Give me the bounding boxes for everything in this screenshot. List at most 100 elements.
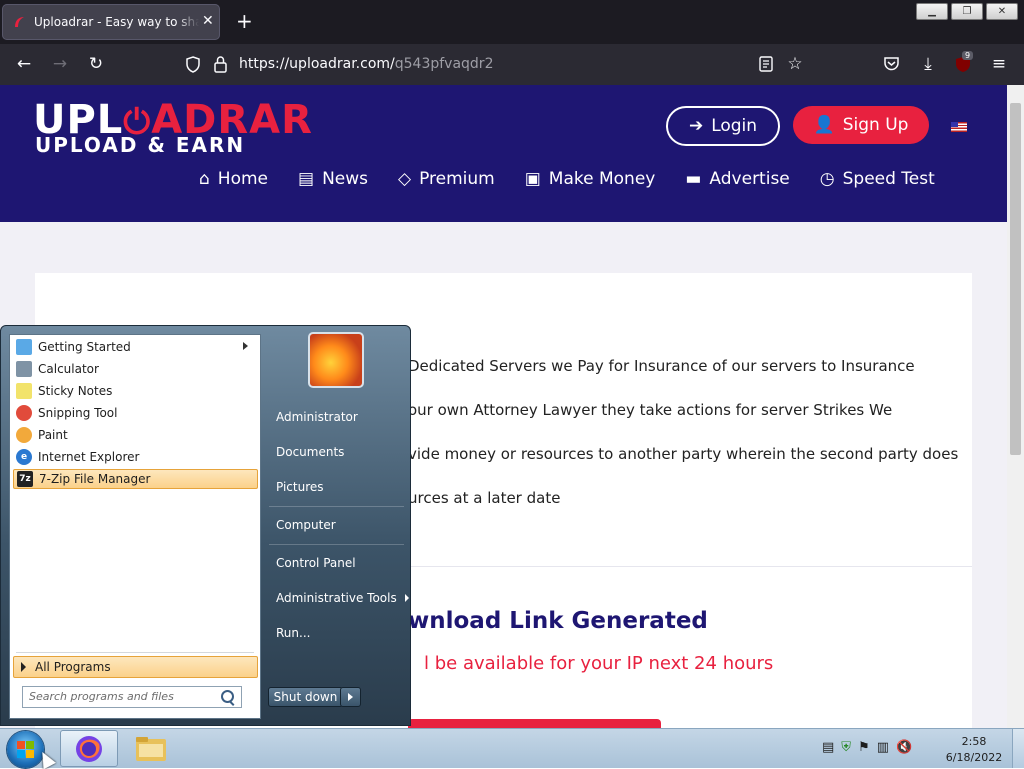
close-window-icon[interactable]: ✕	[986, 3, 1018, 20]
site-tagline: UPLOAD & EARN	[35, 133, 246, 157]
clock-time: 2:58	[961, 735, 987, 748]
paragraph-line: our own Attorney Lawyer they take action…	[408, 401, 893, 419]
volume-muted-icon[interactable]: 🔇	[896, 740, 912, 755]
start-item-control-panel[interactable]: Control Panel	[276, 556, 356, 570]
paint-icon	[16, 427, 32, 443]
program-label: Calculator	[38, 362, 99, 376]
taskbar: ▤ ⛨ ⚑ ▥ 🔇 2:58 6/18/2022	[0, 728, 1024, 768]
start-item-documents[interactable]: Documents	[276, 445, 344, 459]
card-icon: ▬	[685, 169, 702, 189]
url-host: https://uploadrar.com/	[239, 56, 395, 72]
search-placeholder: Search programs and files	[29, 690, 174, 703]
submenu-arrow-icon	[404, 594, 409, 602]
nav-make-money[interactable]: ▣ Make Money	[525, 169, 656, 189]
back-icon[interactable]: ←	[15, 55, 33, 73]
url-path: q543pfvaqdr2	[394, 56, 494, 72]
scrollbar-thumb[interactable]	[1010, 103, 1021, 455]
uploadrar-favicon-icon	[15, 17, 24, 27]
program-internet-explorer[interactable]: e Internet Explorer	[13, 447, 258, 467]
search-icon[interactable]	[221, 690, 234, 703]
page-scrollbar[interactable]	[1007, 85, 1024, 728]
show-desktop-button[interactable]	[1012, 729, 1024, 768]
program-7zip[interactable]: 7z 7-Zip File Manager	[13, 469, 258, 489]
file-explorer-folder-icon	[136, 737, 166, 761]
pocket-icon[interactable]	[883, 56, 900, 72]
restore-icon[interactable]: ❐	[951, 3, 983, 20]
menu-hamburger-icon[interactable]: ≡	[990, 55, 1008, 73]
start-menu-right-divider	[269, 506, 404, 507]
reload-icon[interactable]: ↻	[87, 55, 105, 73]
start-item-administrator[interactable]: Administrator	[276, 410, 358, 424]
security-shield-icon[interactable]: ⛨	[841, 740, 851, 755]
program-getting-started[interactable]: Getting Started	[13, 337, 258, 357]
minimize-icon[interactable]: ▁	[916, 3, 948, 20]
nav-label: Make Money	[548, 169, 656, 189]
reader-view-icon[interactable]	[759, 56, 773, 72]
shutdown-options-arrow-icon[interactable]	[340, 687, 361, 707]
nav-speed-test[interactable]: ◷ Speed Test	[820, 169, 935, 189]
program-label: Internet Explorer	[38, 450, 140, 464]
taskbar-clock[interactable]: 2:58 6/18/2022	[944, 734, 1004, 766]
user-avatar[interactable]	[308, 332, 364, 388]
us-flag-icon[interactable]	[951, 122, 967, 132]
main-nav: ⌂ Home ▤ News ◇ Premium ▣ Make Money ▬ Advert…	[199, 169, 935, 189]
taskbar-explorer-button[interactable]	[121, 730, 179, 767]
paragraph-line: Dedicated Servers we Pay for Insurance o…	[408, 357, 915, 375]
download-title: wnload Link Generated	[408, 608, 708, 634]
nav-advertise[interactable]: ▬ Advertise	[685, 169, 789, 189]
start-item-pictures[interactable]: Pictures	[276, 480, 324, 494]
paragraph-line: vide money or resources to another party…	[408, 445, 959, 463]
start-item-computer[interactable]: Computer	[276, 518, 336, 532]
add-user-icon: 👤	[813, 115, 835, 135]
program-label: 7-Zip File Manager	[39, 472, 151, 486]
site-header: UPL⏻ADRAR UPLOAD & EARN ➔ Login 👤 Sign U…	[0, 85, 1007, 222]
program-label: Getting Started	[38, 340, 131, 354]
flag-icon[interactable]: ⚑	[858, 740, 870, 755]
extension-badge: 9	[962, 51, 974, 60]
shutdown-button[interactable]: Shut down	[268, 687, 343, 707]
internet-explorer-icon: e	[16, 449, 32, 465]
tracking-shield-icon[interactable]	[185, 56, 201, 73]
all-programs-button[interactable]: All Programs	[13, 656, 258, 678]
program-snipping-tool[interactable]: Snipping Tool	[13, 403, 258, 423]
start-item-run[interactable]: Run...	[276, 626, 310, 640]
nav-premium[interactable]: ◇ Premium	[398, 169, 495, 189]
start-button-orb-icon[interactable]	[7, 731, 44, 768]
browser-tab-bar: Uploadrar - Easy way to share your files…	[0, 0, 1024, 44]
snipping-tool-icon	[16, 405, 32, 421]
signup-button[interactable]: 👤 Sign Up	[793, 106, 929, 144]
program-sticky-notes[interactable]: Sticky Notes	[13, 381, 258, 401]
taskbar-firefox-button[interactable]	[60, 730, 118, 767]
submenu-arrow-icon	[243, 342, 248, 350]
start-menu: Getting Started Calculator Sticky Notes …	[0, 325, 411, 726]
nav-label: News	[322, 169, 368, 189]
action-center-icon[interactable]: ▤	[822, 740, 834, 755]
lock-icon[interactable]	[213, 55, 228, 73]
program-label: Paint	[38, 428, 68, 442]
browser-tab[interactable]: Uploadrar - Easy way to share your files…	[2, 4, 220, 40]
nav-home[interactable]: ⌂ Home	[199, 169, 268, 189]
clock-icon: ◷	[819, 169, 835, 189]
program-calculator[interactable]: Calculator	[13, 359, 258, 379]
bookmark-star-icon[interactable]: ☆	[786, 55, 804, 73]
download-subtitle: l be available for your IP next 24 hours	[424, 653, 774, 674]
login-button[interactable]: ➔ Login	[666, 106, 780, 146]
start-search-input[interactable]: Search programs and files	[22, 686, 242, 708]
forward-icon[interactable]: →	[51, 55, 69, 73]
calculator-icon	[16, 361, 32, 377]
new-tab-icon[interactable]: +	[236, 10, 253, 32]
tab-close-icon[interactable]: ✕	[202, 13, 214, 29]
network-icon[interactable]: ▥	[877, 740, 889, 755]
program-label: Sticky Notes	[38, 384, 113, 398]
program-paint[interactable]: Paint	[13, 425, 258, 445]
system-tray: ▤ ⛨ ⚑ ▥ 🔇	[822, 740, 912, 755]
downloads-icon[interactable]: ⤓	[919, 55, 937, 73]
url-field[interactable]: https://uploadrar.com/q543pfvaqdr2	[239, 56, 493, 72]
download-button[interactable]	[408, 719, 661, 728]
all-programs-label: All Programs	[35, 660, 111, 674]
login-label: Login	[711, 116, 758, 136]
start-item-administrative-tools[interactable]: Administrative Tools	[276, 591, 409, 605]
clock-date: 6/18/2022	[945, 751, 1003, 764]
nav-news[interactable]: ▤ News	[298, 169, 368, 189]
7zip-icon: 7z	[17, 471, 33, 487]
